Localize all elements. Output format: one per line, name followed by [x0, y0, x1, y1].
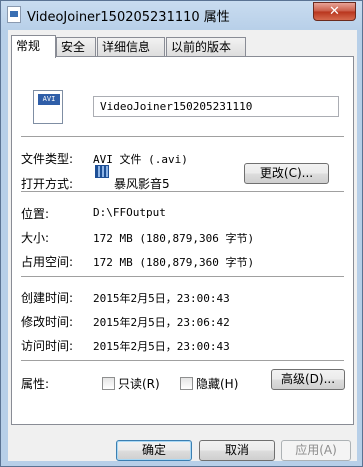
- location-value: D:\FFOutput: [93, 206, 166, 219]
- size-on-disk-label: 占用空间:: [21, 255, 74, 269]
- attributes-label: 属性:: [21, 377, 50, 391]
- close-button[interactable]: ✕: [313, 2, 356, 21]
- change-button[interactable]: 更改(C)...: [244, 163, 329, 184]
- readonly-label[interactable]: 只读(R): [118, 375, 160, 392]
- size-value: 172 MB (180,879,306 字节): [93, 232, 255, 245]
- readonly-checkbox[interactable]: [102, 377, 115, 390]
- accessed-label: 访问时间:: [21, 339, 74, 353]
- properties-window: VideoJoiner150205231110 属性 ✕ 常规 安全 详细信息 …: [0, 0, 363, 467]
- tab-previous-versions[interactable]: 以前的版本: [166, 37, 246, 57]
- accessed-value: 2015年2月5日，23:00:43: [93, 340, 230, 353]
- separator: [21, 191, 344, 192]
- modified-label: 修改时间:: [21, 315, 74, 329]
- created-label: 创建时间:: [21, 291, 74, 305]
- advanced-button[interactable]: 高级(D)...: [271, 369, 345, 390]
- location-label: 位置:: [21, 207, 50, 221]
- general-panel: AVI VideoJoiner150205231110 文件类型: AVI 文件…: [11, 56, 354, 425]
- tab-general[interactable]: 常规: [11, 35, 56, 58]
- open-with-label: 打开方式:: [21, 177, 74, 191]
- dialog-client: 常规 安全 详细信息 以前的版本 AVI VideoJoiner15020523…: [8, 30, 357, 461]
- separator: [21, 360, 344, 361]
- file-name-field[interactable]: VideoJoiner150205231110: [93, 96, 339, 117]
- apply-button[interactable]: 应用(A): [281, 440, 351, 461]
- window-title: VideoJoiner150205231110 属性: [27, 10, 230, 25]
- ok-button[interactable]: 确定: [116, 440, 192, 461]
- file-icon: [7, 6, 21, 23]
- separator: [21, 276, 344, 277]
- hidden-label[interactable]: 隐藏(H): [196, 375, 238, 392]
- video-player-icon: [95, 165, 109, 178]
- title-bar[interactable]: VideoJoiner150205231110 属性 ✕: [1, 1, 362, 29]
- size-label: 大小:: [21, 231, 50, 245]
- tab-security[interactable]: 安全: [56, 37, 96, 57]
- created-value: 2015年2月5日，23:00:43: [93, 292, 230, 305]
- hidden-checkbox[interactable]: [180, 377, 193, 390]
- open-with-value: 暴风影音5: [114, 177, 170, 191]
- tab-details[interactable]: 详细信息: [97, 37, 165, 57]
- avi-file-icon: AVI: [33, 90, 63, 124]
- separator: [21, 136, 344, 137]
- size-on-disk-value: 172 MB (180,879,360 字节): [93, 256, 255, 269]
- file-type-label: 文件类型:: [21, 152, 74, 166]
- modified-value: 2015年2月5日，23:06:42: [93, 316, 230, 329]
- cancel-button[interactable]: 取消: [199, 440, 275, 461]
